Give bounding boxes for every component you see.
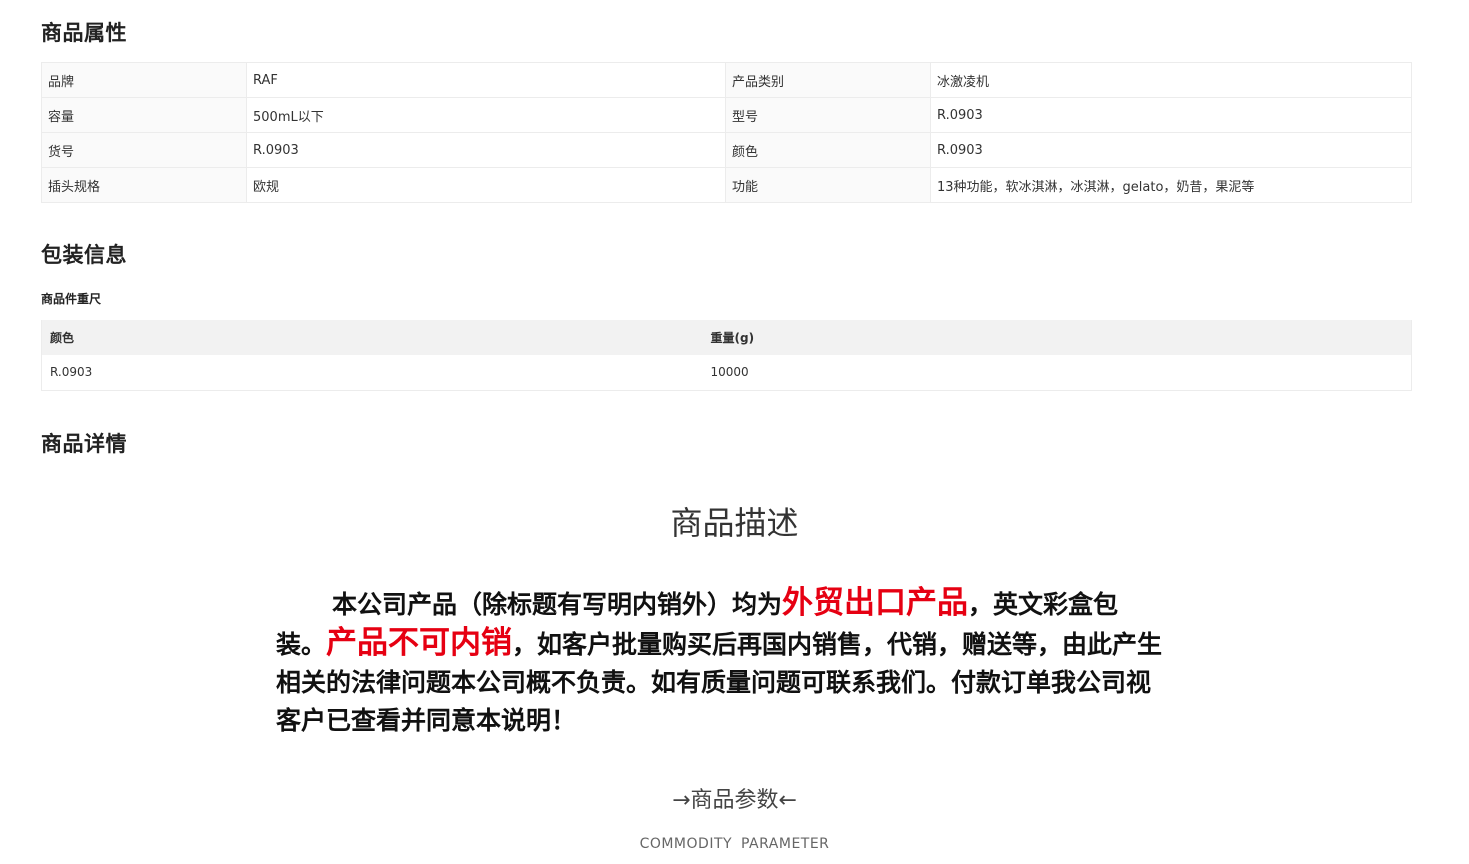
- export-notice: 本公司产品（除标题有写明内销外）均为外贸出口产品，英文彩盒包装。产品不可内销，如…: [276, 584, 1166, 740]
- attr-key: 插头规格: [41, 167, 247, 203]
- attr-key: 品牌: [41, 62, 247, 98]
- params-heading: →商品参数←: [672, 788, 797, 813]
- packaging-section-title: 包装信息: [41, 243, 127, 267]
- attributes-table: 品牌 RAF 产品类别 冰激凌机 容量 500mL以下 型号 R.0903 货号…: [41, 62, 1412, 203]
- attr-value: 500mL以下: [246, 97, 726, 133]
- notice-highlight-no-domestic: 产品不可内销: [326, 625, 513, 661]
- attr-value: 欧规: [246, 167, 726, 203]
- attr-value: 冰激凌机: [930, 62, 1412, 98]
- description-heading: 商品描述: [670, 504, 799, 542]
- column-header-color: 颜色: [41, 320, 703, 355]
- table-row: R.0903 10000: [41, 355, 1412, 391]
- table-row: 插头规格 欧规 功能 13种功能，软冰淇淋，冰淇淋，gelato，奶昔，果泥等: [41, 167, 1412, 203]
- cell-color: R.0903: [41, 355, 703, 391]
- notice-highlight-export: 外贸出口产品: [782, 585, 969, 621]
- attr-key: 货号: [41, 132, 247, 168]
- attr-value: R.0903: [930, 97, 1412, 133]
- attr-value: RAF: [246, 62, 726, 98]
- notice-text: 本公司产品（除标题有写明内销外）均为: [332, 590, 783, 619]
- table-header-row: 颜色 重量(g): [41, 320, 1412, 355]
- table-row: 容量 500mL以下 型号 R.0903: [41, 97, 1412, 133]
- column-header-weight: 重量(g): [702, 320, 1412, 355]
- packaging-table: 颜色 重量(g) R.0903 10000: [41, 320, 1412, 391]
- attr-key: 容量: [41, 97, 247, 133]
- attr-value: R.0903: [246, 132, 726, 168]
- attr-key: 产品类别: [725, 62, 931, 98]
- attr-value: R.0903: [930, 132, 1412, 168]
- table-row: 品牌 RAF 产品类别 冰激凌机: [41, 62, 1412, 98]
- cell-weight: 10000: [702, 355, 1412, 391]
- attr-value: 13种功能，软冰淇淋，冰淇淋，gelato，奶昔，果泥等: [930, 167, 1412, 203]
- details-section-title: 商品详情: [41, 432, 127, 456]
- attributes-section-title: 商品属性: [41, 21, 127, 45]
- attr-key: 颜色: [725, 132, 931, 168]
- attr-key: 功能: [725, 167, 931, 203]
- params-subheading: COMMODITY PARAMETER: [639, 836, 830, 852]
- packaging-subtitle: 商品件重尺: [41, 292, 102, 306]
- attr-key: 型号: [725, 97, 931, 133]
- table-row: 货号 R.0903 颜色 R.0903: [41, 132, 1412, 168]
- product-detail-page: 商品属性 品牌 RAF 产品类别 冰激凌机 容量 500mL以下 型号 R.09…: [0, 0, 1469, 864]
